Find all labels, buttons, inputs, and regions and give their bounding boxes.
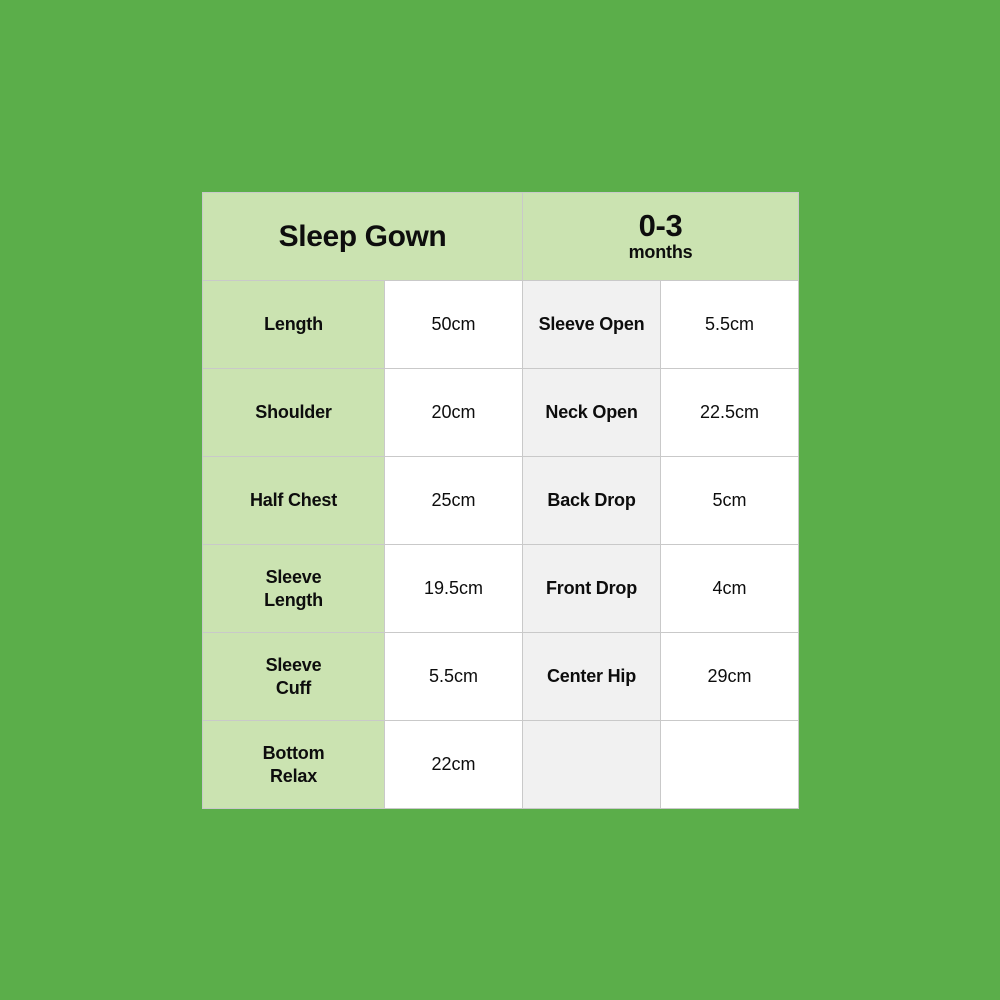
- page-title: Sleep Gown: [278, 219, 447, 253]
- measurement-label-left: Bottom Relax: [202, 720, 385, 809]
- measurement-value-text: 20cm: [431, 402, 476, 422]
- measurement-value-text: 5.5cm: [705, 314, 755, 334]
- size-unit-label: months: [628, 241, 693, 262]
- measurement-label-text: Back Drop: [547, 490, 636, 511]
- measurement-label-right: Back Drop: [522, 456, 662, 545]
- measurement-value-left: 20cm: [383, 368, 524, 457]
- measurement-label-text: Shoulder: [255, 402, 332, 423]
- chart-title-cell: Sleep Gown: [201, 192, 524, 281]
- measurement-label-text: Front Drop: [546, 578, 637, 599]
- measurement-label-text: Center Hip: [547, 666, 637, 687]
- size-chart-table: Sleep Gown 0-3 months Length 50cm Sleeve…: [201, 192, 800, 809]
- measurement-label-text: Sleeve Length: [264, 567, 323, 610]
- measurement-value-left: 50cm: [383, 280, 524, 369]
- measurement-value-text: 29cm: [707, 666, 752, 686]
- measurement-label-left: Sleeve Length: [202, 544, 385, 633]
- measurement-value-right: 5cm: [660, 456, 800, 545]
- measurement-value-text: 5cm: [712, 490, 747, 510]
- table-row: Sleeve Length 19.5cm Front Drop 4cm: [202, 544, 800, 633]
- measurement-label-left: Length: [202, 280, 385, 369]
- measurement-label-right: Neck Open: [522, 368, 662, 457]
- measurement-label-right: Center Hip: [522, 632, 662, 721]
- measurement-label-text: Sleeve Open: [538, 314, 645, 335]
- measurement-label-left: Shoulder: [202, 368, 385, 457]
- table-row: Half Chest 25cm Back Drop 5cm: [202, 456, 800, 545]
- measurement-value-text: 25cm: [431, 490, 476, 510]
- measurement-label-text: Neck Open: [545, 402, 638, 423]
- empty-cell-right-value: [660, 720, 800, 809]
- measurement-label-right: Sleeve Open: [522, 280, 662, 369]
- table-row: Length 50cm Sleeve Open 5.5cm: [202, 280, 800, 369]
- measurement-value-right: 22.5cm: [660, 368, 800, 457]
- empty-cell-right-label: [522, 720, 662, 809]
- measurement-value-text: 50cm: [431, 314, 476, 334]
- measurement-label-text: Length: [264, 314, 323, 335]
- table-row: Sleeve Cuff 5.5cm Center Hip 29cm: [202, 632, 800, 721]
- measurement-label-text: Half Chest: [249, 490, 338, 511]
- measurement-label-text: Bottom Relax: [262, 743, 325, 786]
- measurement-label-text: Sleeve Cuff: [265, 655, 322, 698]
- size-range-label: 0-3: [638, 208, 683, 244]
- measurement-value-left: 25cm: [383, 456, 524, 545]
- table-header-row: Sleep Gown 0-3 months: [201, 192, 800, 281]
- measurement-label-right: Front Drop: [522, 544, 662, 633]
- measurement-value-left: 22cm: [383, 720, 524, 809]
- measurement-value-left: 19.5cm: [383, 544, 524, 633]
- table-row: Bottom Relax 22cm: [202, 720, 800, 809]
- measurement-label-left: Sleeve Cuff: [202, 632, 385, 721]
- measurement-value-text: 22.5cm: [700, 402, 760, 422]
- measurement-label-left: Half Chest: [202, 456, 385, 545]
- measurement-value-text: 4cm: [712, 578, 747, 598]
- size-header-cell: 0-3 months: [522, 192, 800, 281]
- table-row: Shoulder 20cm Neck Open 22.5cm: [202, 368, 800, 457]
- measurement-value-text: 19.5cm: [423, 578, 484, 598]
- measurement-value-right: 4cm: [660, 544, 800, 633]
- measurement-value-right: 5.5cm: [660, 280, 800, 369]
- size-chart-card: Sleep Gown 0-3 months Length 50cm Sleeve…: [201, 192, 800, 809]
- measurement-value-left: 5.5cm: [383, 632, 524, 721]
- measurement-value-text: 22cm: [431, 754, 476, 774]
- measurement-value-right: 29cm: [660, 632, 800, 721]
- measurement-value-text: 5.5cm: [428, 666, 479, 686]
